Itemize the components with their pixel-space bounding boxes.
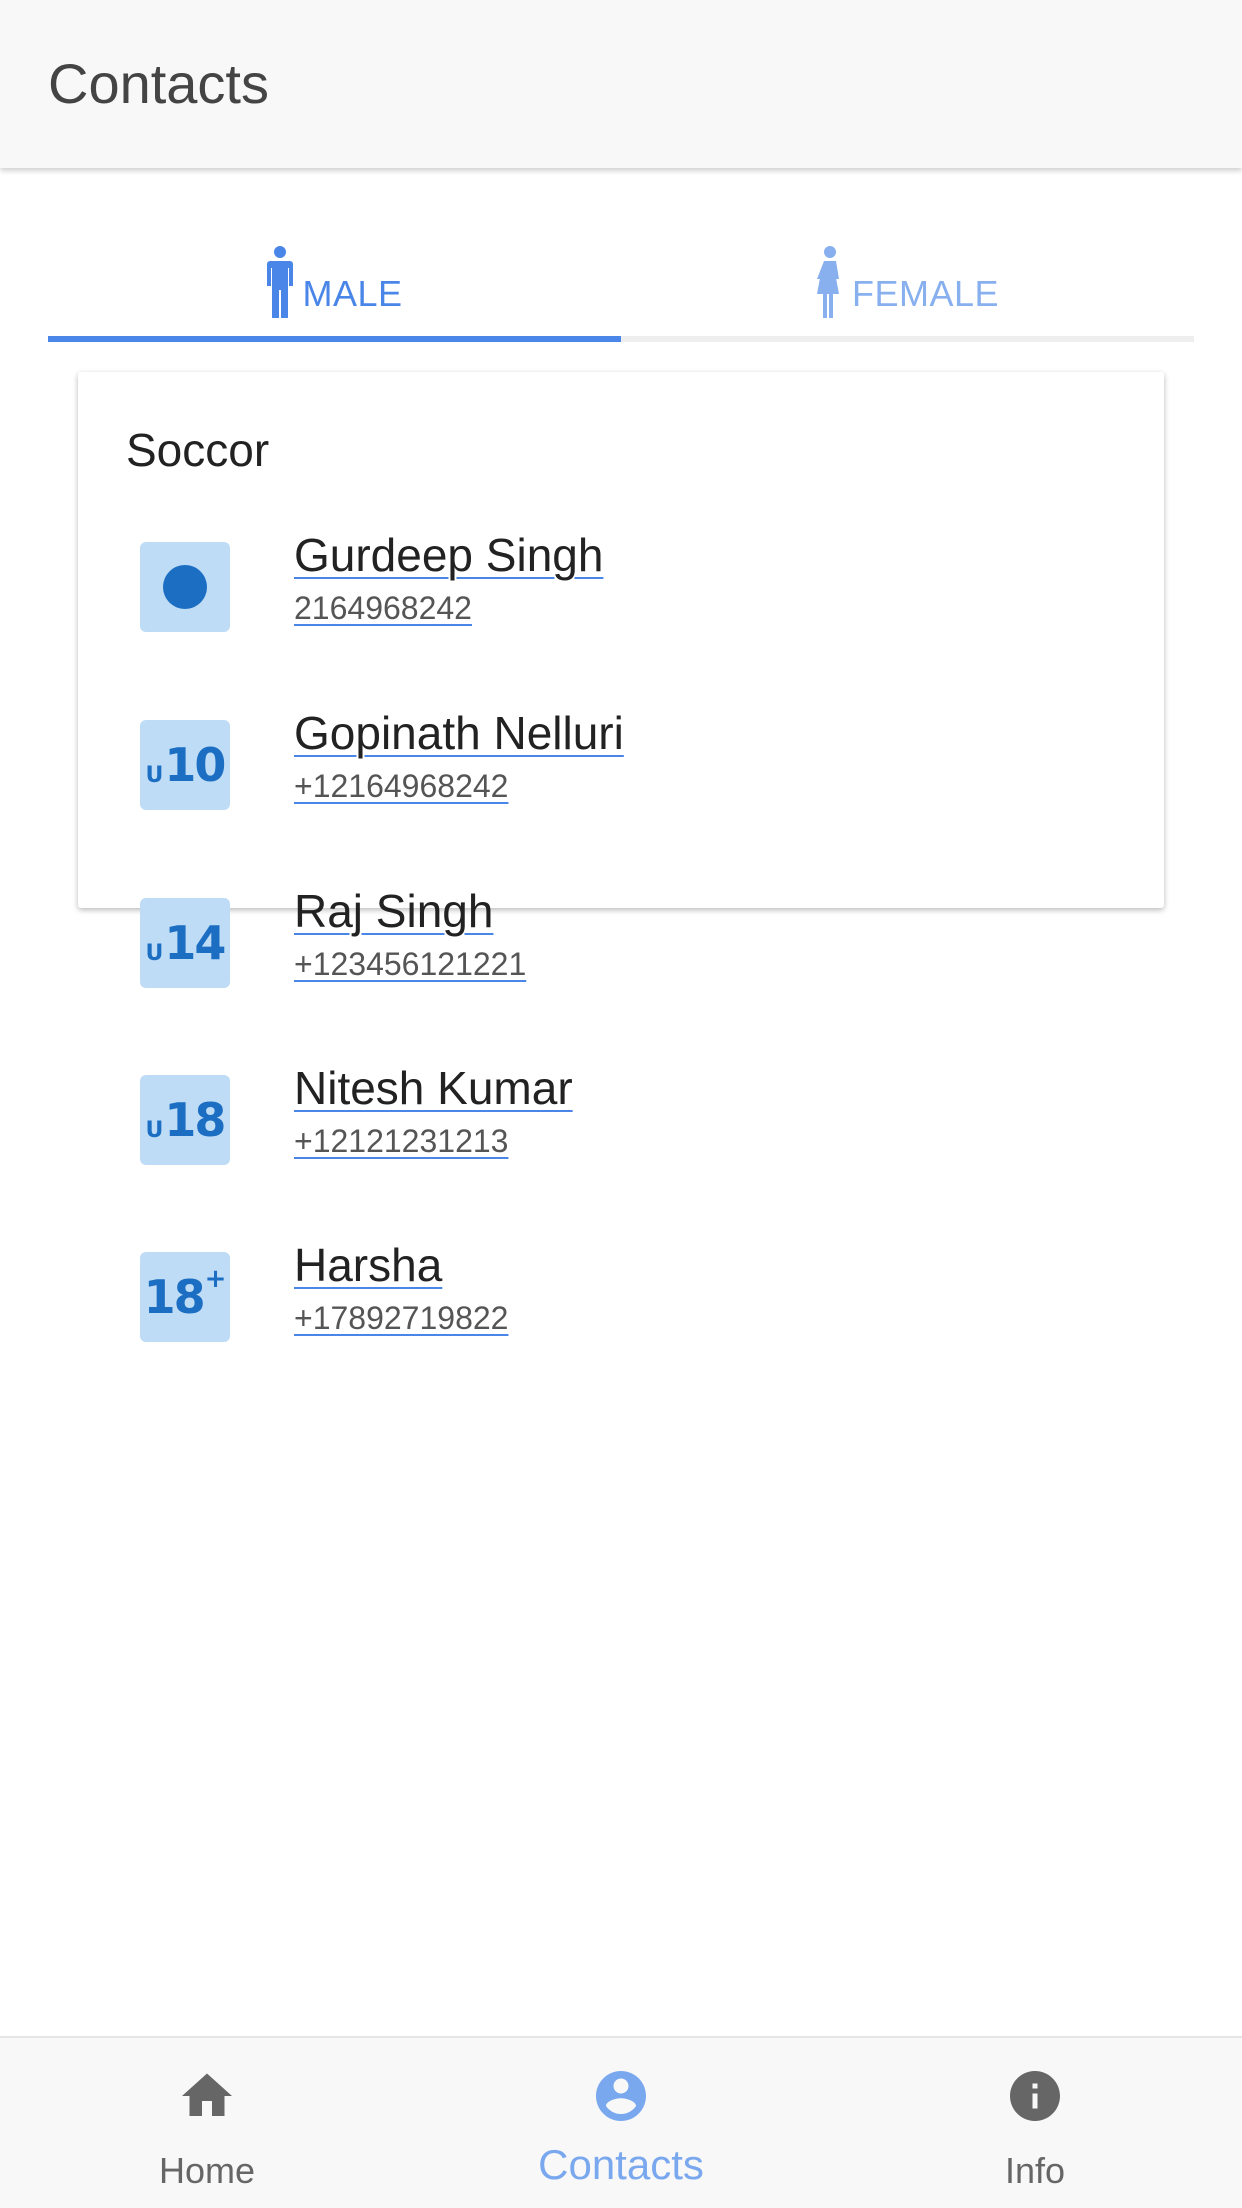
list-item[interactable]: 18 + Harsha +17892719822	[78, 1239, 1164, 1402]
contact-name[interactable]: Harsha	[294, 1238, 442, 1292]
u10-badge-icon: U 10	[140, 720, 230, 810]
contact-name[interactable]: Raj Singh	[294, 884, 493, 938]
badge-number: 14	[164, 916, 226, 970]
list-item[interactable]: Gurdeep Singh 2164968242	[78, 529, 1164, 692]
list-item[interactable]: U 18 Nitesh Kumar +12121231213	[78, 1062, 1164, 1225]
tab-female-label: FEMALE	[851, 273, 1000, 314]
badge-prefix: U	[145, 941, 164, 966]
page-title: Contacts	[48, 52, 269, 115]
u14-badge-icon: U 14	[140, 898, 230, 988]
list-item[interactable]: U 10 Gopinath Nelluri +12164968242	[78, 707, 1164, 870]
contact-phone[interactable]: +12121231213	[294, 1121, 508, 1161]
contact-phone[interactable]: +12164968242	[294, 766, 508, 806]
badge-number: 18	[164, 1093, 226, 1147]
badge-number: 18	[143, 1270, 206, 1324]
contact-phone[interactable]: +17892719822	[294, 1298, 508, 1338]
badge-number: 10	[164, 738, 226, 792]
bottom-nav: Home Contacts Info	[0, 2036, 1242, 2208]
card-title: Soccor	[126, 424, 270, 476]
tab-female[interactable]: FEMALE	[621, 230, 1194, 336]
nav-info[interactable]: Info	[828, 2038, 1242, 2208]
badge-prefix: U	[145, 1118, 164, 1143]
team-card: Soccor Gurdeep Singh 2164968242 U 10 Gop…	[78, 372, 1164, 1342]
contact-name[interactable]: Nitesh Kumar	[294, 1061, 573, 1115]
home-icon	[182, 2073, 232, 2116]
tab-male-label: MALE	[302, 273, 403, 314]
nav-home-label: Home	[158, 2150, 256, 2191]
female-icon	[816, 246, 839, 318]
tab-indicator	[48, 336, 621, 342]
contact-name[interactable]: Gopinath Nelluri	[294, 706, 624, 760]
contact-name[interactable]: Gurdeep Singh	[294, 528, 603, 582]
app-header: Contacts	[0, 0, 1242, 168]
dot-shape	[163, 565, 207, 609]
contact-phone[interactable]: 2164968242	[294, 588, 472, 628]
badge-prefix: U	[145, 763, 164, 788]
dot-icon	[140, 542, 230, 632]
nav-info-label: Info	[1004, 2150, 1066, 2191]
contact-phone[interactable]: +123456121221	[294, 944, 526, 984]
account-circle-icon	[596, 2071, 646, 2121]
18-plus-badge-icon: 18 +	[140, 1252, 230, 1342]
gender-tabs: MALE FEMALE	[48, 230, 1194, 342]
tab-male[interactable]: MALE	[48, 230, 621, 336]
nav-contacts-label: Contacts	[538, 2141, 704, 2188]
nav-contacts[interactable]: Contacts	[414, 2038, 828, 2208]
list-item[interactable]: U 14 Raj Singh +123456121221	[78, 885, 1164, 1048]
badge-suffix: +	[204, 1264, 227, 1294]
nav-home[interactable]: Home	[0, 2038, 414, 2208]
u18-badge-icon: U 18	[140, 1075, 230, 1165]
info-icon	[1010, 2071, 1060, 2121]
male-icon	[267, 246, 294, 318]
